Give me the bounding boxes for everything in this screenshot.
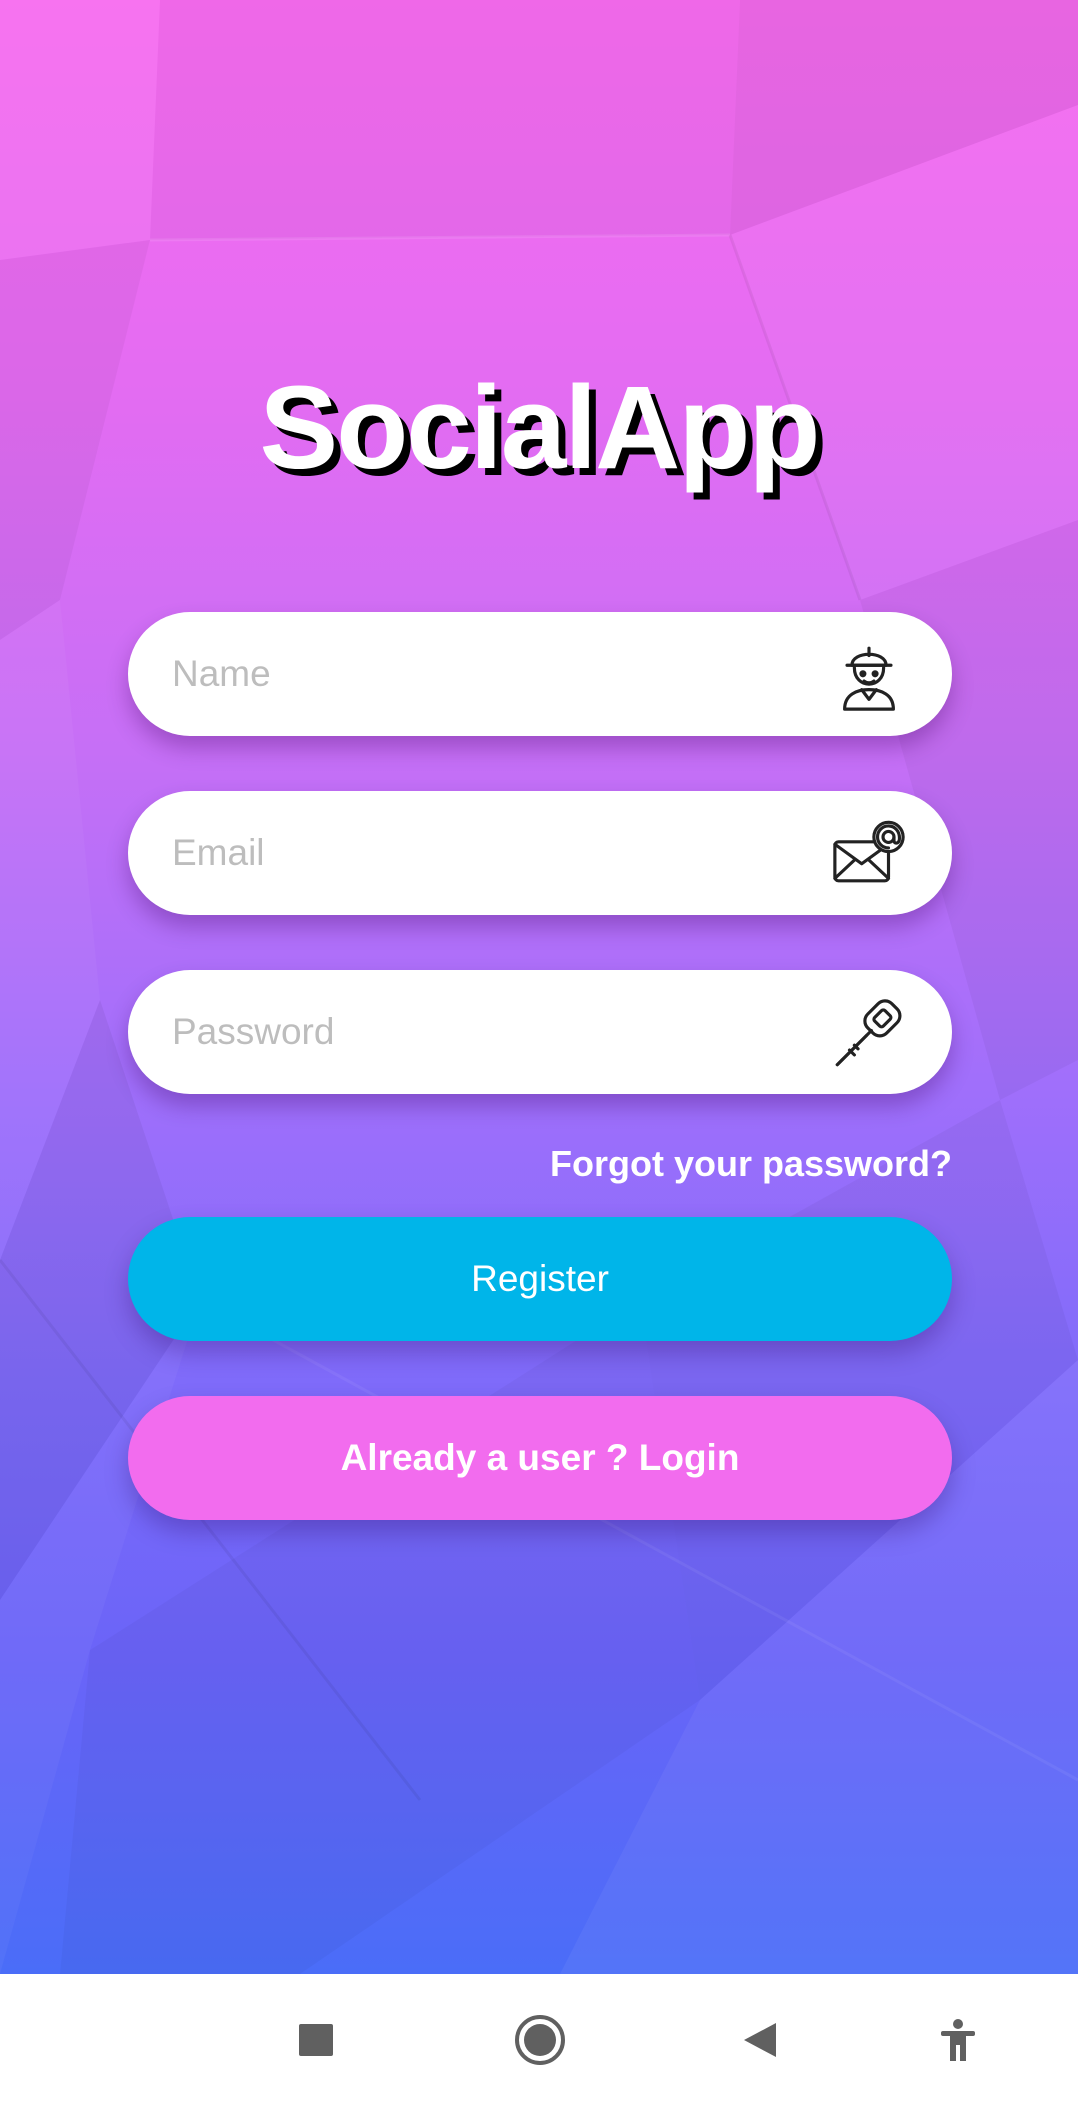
home-button[interactable] xyxy=(504,2004,576,2076)
recents-button[interactable] xyxy=(280,2004,352,2076)
login-button[interactable]: Already a user ? Login xyxy=(128,1396,952,1520)
key-icon xyxy=(835,999,902,1067)
name-field[interactable] xyxy=(128,612,952,736)
app-title: SocialApp xyxy=(259,362,821,494)
email-input[interactable] xyxy=(172,791,812,915)
back-button[interactable] xyxy=(724,2004,796,2076)
accessibility-icon xyxy=(941,2019,975,2061)
name-input[interactable] xyxy=(172,612,812,736)
back-icon xyxy=(744,2023,776,2057)
recents-icon xyxy=(299,2024,333,2056)
email-field[interactable] xyxy=(128,791,952,915)
app-screen: SocialApp Name Email Forgot your passwor… xyxy=(0,0,1078,1974)
password-field[interactable] xyxy=(128,970,952,1094)
worker-avatar-icon xyxy=(843,646,895,711)
register-button[interactable]: Register xyxy=(128,1217,952,1341)
home-icon xyxy=(515,2015,565,2065)
password-input[interactable] xyxy=(172,970,812,1094)
forgot-password-link[interactable]: Forgot your password? xyxy=(550,1143,952,1185)
accessibility-button[interactable] xyxy=(922,2004,994,2076)
system-nav-bar xyxy=(0,1974,1078,2106)
mail-at-icon xyxy=(833,820,905,883)
